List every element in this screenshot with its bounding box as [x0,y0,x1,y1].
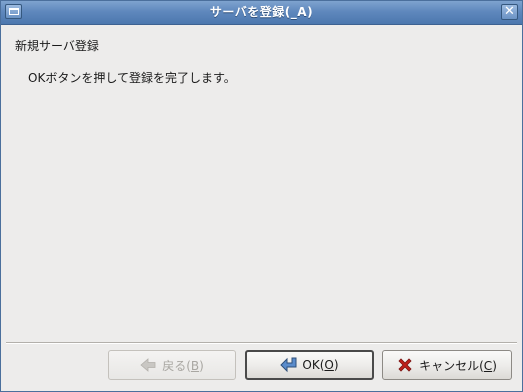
back-button[interactable]: 戻る(B) [108,350,236,380]
cancel-button[interactable]: キャンセル(C) [382,350,512,380]
cancel-button-label: キャンセル(C) [419,358,497,373]
window-title: サーバを登録(_A) [209,5,314,19]
back-button-label: 戻る(B) [162,358,204,373]
enter-arrow-icon [280,357,297,373]
ok-button[interactable]: OK(O) [245,350,374,380]
dialog-window: サーバを登録(_A) ✕ 新規サーバ登録 OKボタンを押して登録を完了します。 … [0,0,523,392]
close-icon: ✕ [504,4,515,19]
back-arrow-icon [140,357,156,373]
title-bar[interactable]: サーバを登録(_A) ✕ [1,1,522,25]
ok-button-label: OK(O) [302,358,339,372]
close-button[interactable]: ✕ [501,4,518,20]
cancel-x-icon [397,357,413,373]
page-heading: 新規サーバ登録 [15,39,99,53]
button-separator [6,342,517,344]
instruction-text: OKボタンを押して登録を完了します。 [28,71,236,85]
